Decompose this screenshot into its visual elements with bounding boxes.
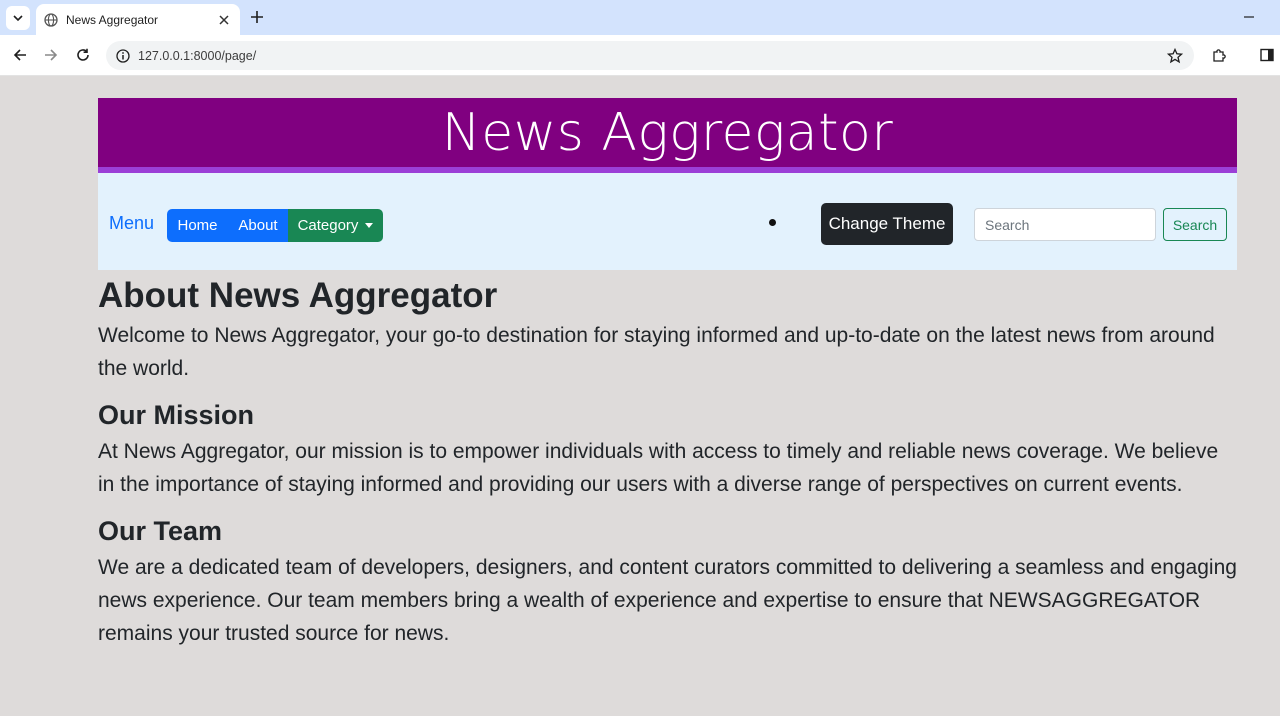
tab-search-button[interactable] (6, 6, 30, 30)
reload-button[interactable] (73, 45, 93, 65)
category-dropdown-button[interactable]: Category (288, 209, 383, 242)
close-icon[interactable] (216, 12, 232, 28)
forward-button[interactable] (41, 45, 61, 65)
plus-icon (251, 11, 263, 23)
side-panel-button[interactable] (1257, 45, 1277, 65)
globe-icon (44, 12, 58, 27)
team-heading: Our Team (98, 516, 223, 546)
about-content: About News Aggregator Welcome to News Ag… (98, 275, 1237, 650)
site-title: News Aggregator (441, 103, 894, 163)
back-arrow-icon (13, 49, 26, 61)
url-text: 127.0.0.1:8000/page/ (138, 48, 257, 63)
browser-tab[interactable]: News Aggregator (36, 4, 240, 35)
bookmark-star-icon[interactable] (1166, 47, 1184, 65)
minimize-icon (1244, 16, 1254, 18)
mission-heading: Our Mission (98, 400, 255, 430)
address-bar[interactable]: 127.0.0.1:8000/page/ (106, 41, 1194, 70)
chevron-down-icon (13, 15, 23, 22)
side-panel-icon (1260, 48, 1274, 62)
extensions-button[interactable] (1210, 45, 1230, 65)
search-input[interactable] (974, 208, 1156, 241)
category-label: Category (297, 217, 359, 234)
team-paragraph: We are a dedicated team of developers, d… (98, 556, 1237, 645)
tab-title: News Aggregator (66, 12, 159, 27)
mission-paragraph: At News Aggregator, our mission is to em… (98, 440, 1219, 496)
page-container: News Aggregator Menu Home About Category… (98, 98, 1237, 650)
home-button[interactable]: Home (167, 209, 228, 242)
caret-down-icon (365, 223, 374, 228)
reload-icon (77, 48, 89, 61)
new-tab-button[interactable] (248, 8, 266, 26)
forward-arrow-icon (45, 49, 58, 61)
minimize-window-button[interactable] (1240, 8, 1258, 26)
bullet-dot (769, 219, 776, 226)
about-button[interactable]: About (228, 209, 288, 242)
browser-toolbar: 127.0.0.1:8000/page/ (0, 35, 1280, 76)
search-button[interactable]: Search (1163, 208, 1227, 241)
navbar: Menu Home About Category Change Theme Se… (98, 173, 1237, 270)
back-button[interactable] (10, 45, 30, 65)
change-theme-button[interactable]: Change Theme (821, 203, 953, 245)
site-header: News Aggregator (98, 98, 1237, 173)
site-info-icon[interactable] (114, 47, 132, 65)
puzzle-icon (1213, 49, 1226, 62)
intro-paragraph: Welcome to News Aggregator, your go-to d… (98, 324, 1215, 380)
menu-label[interactable]: Menu (109, 213, 154, 234)
browser-tabstrip: News Aggregator (0, 0, 1280, 35)
page-title: About News Aggregator (98, 276, 498, 315)
